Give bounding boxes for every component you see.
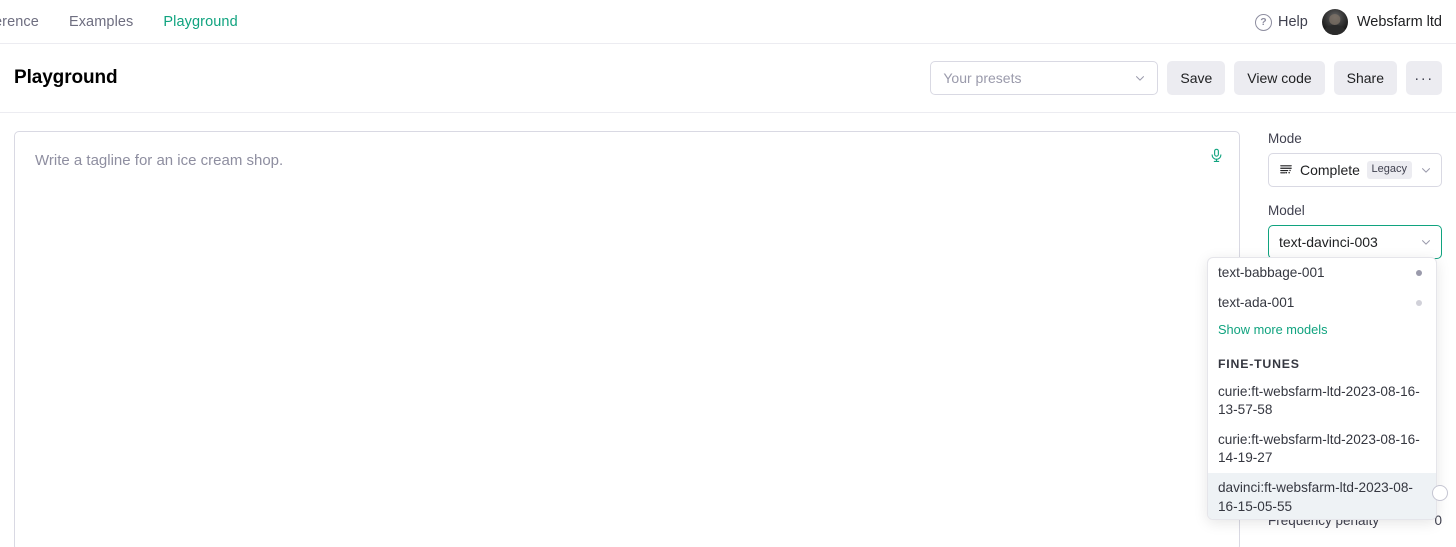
user-account-menu[interactable]: Websfarm ltd bbox=[1322, 9, 1442, 35]
model-option-label: text-babbage-001 bbox=[1218, 264, 1408, 282]
nav-links: erence Examples Playground bbox=[0, 14, 238, 30]
model-status-dot bbox=[1416, 270, 1422, 276]
complete-list-icon bbox=[1279, 163, 1293, 177]
prompt-placeholder: Write a tagline for an ice cream shop. bbox=[35, 150, 1219, 173]
legacy-badge: Legacy bbox=[1367, 161, 1412, 178]
header-actions: Your presets Save View code Share ··· bbox=[930, 61, 1442, 95]
top-navigation-bar: erence Examples Playground ? Help Websfa… bbox=[0, 0, 1456, 44]
save-button[interactable]: Save bbox=[1167, 61, 1225, 95]
chevron-down-icon bbox=[1419, 235, 1433, 249]
microphone-glyph bbox=[1209, 147, 1224, 164]
fine-tune-label: curie:ft-websfarm-ltd-2023-08-16-14-19-2… bbox=[1218, 431, 1422, 467]
presets-select[interactable]: Your presets bbox=[930, 61, 1158, 95]
fine-tune-option-curie-1[interactable]: curie:ft-websfarm-ltd-2023-08-16-13-57-5… bbox=[1208, 377, 1436, 425]
mode-select[interactable]: Complete Legacy bbox=[1268, 153, 1442, 187]
settings-sidebar: Mode Complete Legacy Model text-davinci-… bbox=[1254, 113, 1456, 547]
mode-label: Mode bbox=[1268, 131, 1442, 146]
model-option-text-babbage-001[interactable]: text-babbage-001 bbox=[1208, 258, 1436, 288]
page-header: Playground Your presets Save View code S… bbox=[0, 44, 1456, 113]
model-option-label: text-ada-001 bbox=[1218, 294, 1408, 312]
nav-link-reference[interactable]: erence bbox=[0, 14, 39, 30]
nav-right-cluster: ? Help Websfarm ltd bbox=[1255, 0, 1442, 44]
more-options-button[interactable]: ··· bbox=[1406, 61, 1442, 95]
fine-tune-option-curie-2[interactable]: curie:ft-websfarm-ltd-2023-08-16-14-19-2… bbox=[1208, 425, 1436, 473]
main-content: Write a tagline for an ice cream shop. M… bbox=[0, 113, 1456, 547]
help-label: Help bbox=[1278, 14, 1308, 30]
avatar bbox=[1322, 9, 1348, 35]
microphone-icon[interactable] bbox=[1203, 142, 1229, 168]
fine-tune-label: curie:ft-websfarm-ltd-2023-08-16-13-57-5… bbox=[1218, 383, 1422, 419]
prompt-editor[interactable]: Write a tagline for an ice cream shop. bbox=[14, 131, 1240, 547]
chevron-down-icon bbox=[1133, 71, 1147, 85]
help-button[interactable]: ? Help bbox=[1255, 14, 1308, 31]
editor-area: Write a tagline for an ice cream shop. bbox=[0, 113, 1254, 547]
chevron-down-icon bbox=[1419, 163, 1433, 177]
model-select[interactable]: text-davinci-003 bbox=[1268, 225, 1442, 259]
presets-placeholder: Your presets bbox=[943, 70, 1133, 86]
page-title: Playground bbox=[0, 67, 118, 89]
share-button[interactable]: Share bbox=[1334, 61, 1397, 95]
model-label: Model bbox=[1268, 203, 1442, 218]
fine-tune-label: davinci:ft-websfarm-ltd-2023-08-16-15-05… bbox=[1218, 479, 1422, 515]
slider-knob[interactable] bbox=[1432, 485, 1448, 501]
model-status-dot bbox=[1416, 300, 1422, 306]
model-option-text-ada-001[interactable]: text-ada-001 bbox=[1208, 288, 1436, 318]
nav-link-examples[interactable]: Examples bbox=[69, 14, 133, 30]
question-circle-icon: ? bbox=[1255, 14, 1272, 31]
mode-value: Complete bbox=[1300, 162, 1360, 178]
user-name-label: Websfarm ltd bbox=[1357, 14, 1442, 30]
nav-link-playground[interactable]: Playground bbox=[163, 14, 237, 30]
fine-tune-option-davinci-1[interactable]: davinci:ft-websfarm-ltd-2023-08-16-15-05… bbox=[1208, 473, 1436, 520]
view-code-button[interactable]: View code bbox=[1234, 61, 1324, 95]
model-value: text-davinci-003 bbox=[1279, 234, 1412, 250]
show-more-models-link[interactable]: Show more models bbox=[1208, 318, 1436, 344]
model-dropdown-menu: text-babbage-001 text-ada-001 Show more … bbox=[1207, 257, 1437, 520]
fine-tunes-section-header: FINE-TUNES bbox=[1208, 344, 1436, 377]
